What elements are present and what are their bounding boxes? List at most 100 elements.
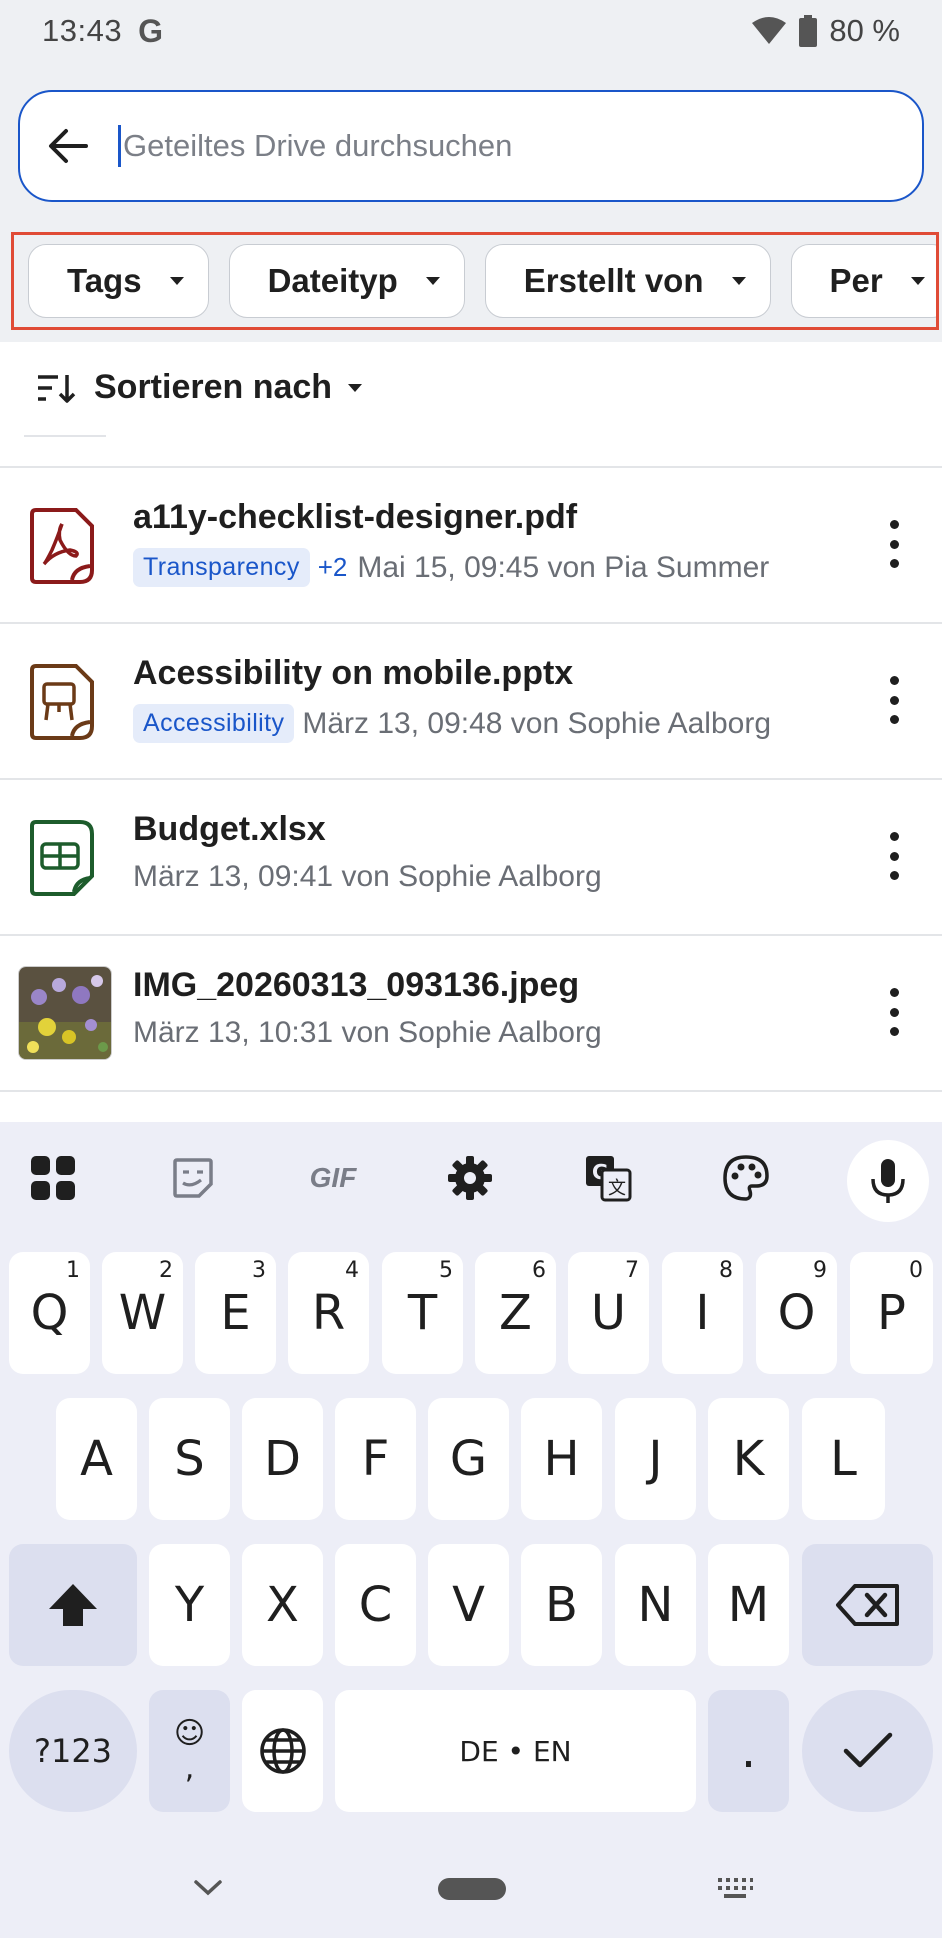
file-meta: März 13, 10:31 von Sophie Aalborg (133, 1016, 602, 1050)
soft-keyboard: GIF G文 Q1 W2 E3 R4 T5 Z6 U7 I8 O9 P0 A S… (0, 1122, 942, 1938)
key-e[interactable]: E3 (195, 1252, 276, 1374)
checkmark-icon (843, 1732, 892, 1768)
tag-more-count: +2 (317, 552, 348, 582)
key-t[interactable]: T5 (382, 1252, 463, 1374)
gif-icon[interactable]: GIF (303, 1150, 363, 1206)
key-x[interactable]: X (242, 1544, 323, 1666)
key-l[interactable]: L (802, 1398, 885, 1520)
file-row[interactable]: Budget.xlsx März 13, 09:41 von Sophie Aa… (0, 780, 942, 934)
globe-icon (259, 1728, 306, 1774)
space-bar[interactable]: DE • EN (335, 1690, 696, 1812)
key-f[interactable]: F (335, 1398, 416, 1520)
divider (24, 435, 106, 437)
sticker-icon[interactable] (165, 1150, 221, 1206)
emoji-icon: ☺ (173, 1716, 206, 1751)
sort-row: Sortieren nach (0, 342, 942, 466)
key-o[interactable]: O9 (756, 1252, 837, 1374)
symbols-key[interactable]: ?123 (9, 1690, 137, 1812)
key-y[interactable]: Y (149, 1544, 230, 1666)
key-s[interactable]: S (149, 1398, 230, 1520)
key-u[interactable]: U7 (568, 1252, 649, 1374)
file-name: Budget.xlsx (133, 810, 326, 848)
key-v[interactable]: V (428, 1544, 509, 1666)
comma-label: , (184, 1751, 195, 1786)
apps-grid-icon[interactable] (25, 1150, 81, 1206)
file-meta: Transparency +2 Mai 15, 09:45 von Pia Su… (133, 548, 769, 587)
file-modified: März 13, 09:41 von Sophie Aalborg (133, 860, 602, 893)
emoji-comma-key[interactable]: ☺ , (149, 1690, 230, 1812)
file-row[interactable]: a11y-checklist-designer.pdf Transparency… (0, 468, 942, 622)
system-navigation-bar (0, 1844, 942, 1938)
tag-badge[interactable]: Accessibility (133, 704, 295, 743)
key-k[interactable]: K (708, 1398, 789, 1520)
key-d[interactable]: D (242, 1398, 323, 1520)
pdf-icon (30, 508, 94, 584)
file-row[interactable]: Acessibility on mobile.pptx Accessibilit… (0, 624, 942, 778)
status-time: 13:43 (42, 13, 123, 48)
settings-gear-icon[interactable] (442, 1150, 498, 1206)
palette-icon[interactable] (718, 1150, 774, 1206)
key-a[interactable]: A (56, 1398, 137, 1520)
file-modified: März 13, 09:48 von Sophie Aalborg (302, 706, 772, 740)
home-gesture-pill[interactable] (438, 1878, 506, 1900)
gif-label: GIF (309, 1162, 357, 1193)
arrow-back-icon[interactable] (46, 124, 90, 168)
search-header: Geteiltes Drive durchsuchen (0, 62, 942, 232)
more-options-icon[interactable] (888, 832, 900, 880)
key-r[interactable]: R4 (288, 1252, 369, 1374)
key-n[interactable]: N (615, 1544, 696, 1666)
key-h[interactable]: H (521, 1398, 602, 1520)
search-input[interactable]: Geteiltes Drive durchsuchen (18, 90, 924, 202)
enter-key[interactable] (802, 1690, 933, 1812)
key-i[interactable]: I8 (662, 1252, 743, 1374)
key-g[interactable]: G (428, 1398, 509, 1520)
file-name: IMG_20260313_093136.jpeg (133, 966, 580, 1004)
key-b[interactable]: B (521, 1544, 602, 1666)
shift-arrow-icon (49, 1584, 97, 1626)
google-logo-icon: G (138, 12, 163, 49)
tag-badge[interactable]: Transparency (133, 548, 310, 587)
key-q[interactable]: Q1 (9, 1252, 90, 1374)
key-c[interactable]: C (335, 1544, 416, 1666)
wifi-icon (752, 17, 787, 44)
spreadsheet-icon (30, 820, 94, 896)
key-p[interactable]: P0 (850, 1252, 933, 1374)
sort-icon (38, 374, 76, 403)
keyboard-toolbar: GIF G文 (0, 1122, 942, 1234)
battery-percent: 80 % (829, 13, 900, 48)
more-options-icon[interactable] (888, 676, 900, 724)
status-bar: 13:43 G 80 % (0, 0, 942, 62)
battery-icon (799, 15, 818, 47)
filter-bar: Tags Dateityp Erstellt von Per (0, 232, 942, 342)
keyboard-switch-icon[interactable] (716, 1876, 754, 1900)
key-z[interactable]: Z6 (475, 1252, 556, 1374)
backspace-icon (835, 1584, 899, 1626)
more-options-icon[interactable] (888, 520, 900, 568)
language-switch-key[interactable] (242, 1690, 323, 1812)
dropdown-arrow-icon (348, 383, 363, 392)
key-m[interactable]: M (708, 1544, 789, 1666)
translate-icon[interactable]: G文 (580, 1150, 636, 1206)
text-caret (118, 125, 121, 167)
shift-key[interactable] (9, 1544, 137, 1666)
file-modified: März 13, 10:31 von Sophie Aalborg (133, 1016, 602, 1049)
file-row[interactable]: IMG_20260313_093136.jpeg März 13, 10:31 … (0, 936, 942, 1090)
microphone-icon[interactable] (847, 1140, 929, 1222)
search-placeholder: Geteiltes Drive durchsuchen (123, 128, 513, 163)
sort-button[interactable]: Sortieren nach (36, 368, 363, 407)
filter-highlight-box (11, 232, 939, 330)
divider (0, 1090, 942, 1092)
period-key[interactable]: . (708, 1690, 789, 1812)
file-name: a11y-checklist-designer.pdf (133, 498, 578, 536)
image-thumbnail (18, 966, 112, 1060)
sort-label: Sortieren nach (94, 368, 333, 406)
key-j[interactable]: J (615, 1398, 696, 1520)
backspace-key[interactable] (802, 1544, 933, 1666)
more-options-icon[interactable] (888, 988, 900, 1036)
file-name: Acessibility on mobile.pptx (133, 654, 574, 692)
key-w[interactable]: W2 (102, 1252, 183, 1374)
file-modified: Mai 15, 09:45 von Pia Summer (357, 550, 770, 584)
status-right: 80 % (751, 13, 900, 49)
chevron-down-icon[interactable] (193, 1878, 223, 1898)
presentation-icon (30, 664, 94, 740)
